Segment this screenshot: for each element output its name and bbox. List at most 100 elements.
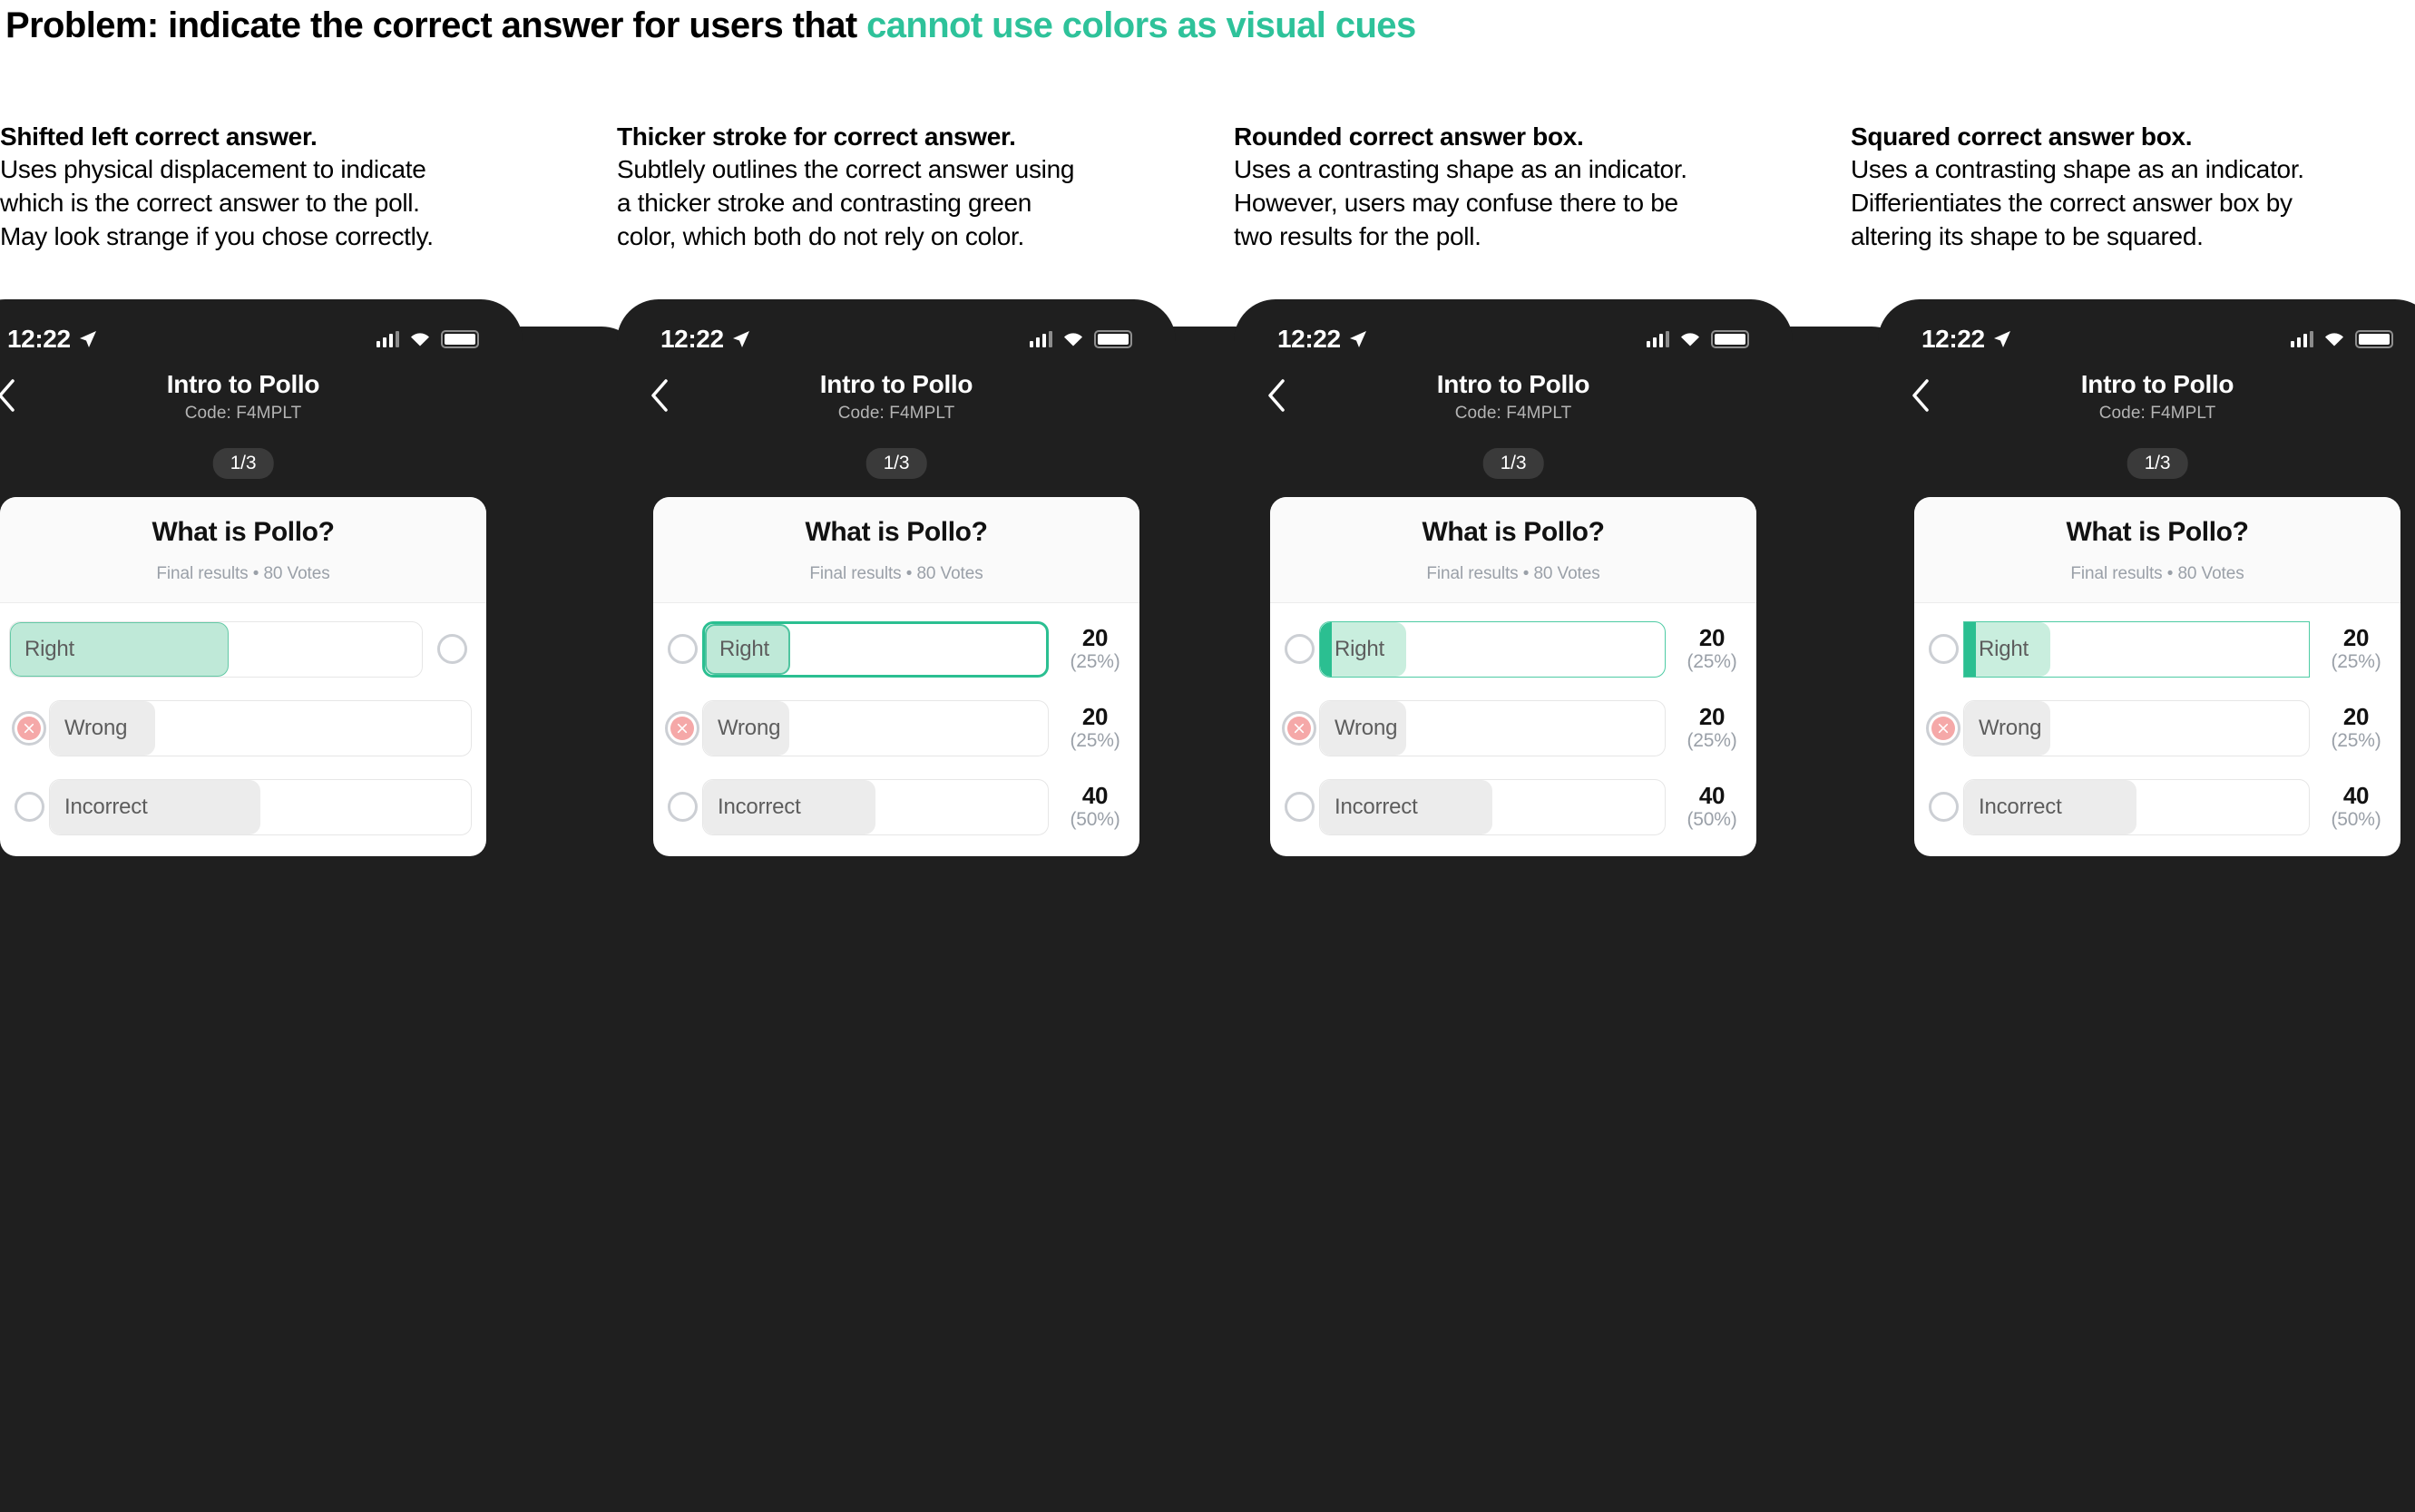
- location-arrow-icon: [1993, 330, 2011, 348]
- option-marker[interactable]: [1279, 708, 1319, 748]
- variant-column-rounded-box: Rounded correct answer box. Uses a contr…: [1234, 0, 1913, 1512]
- column-heading: Rounded correct answer box. Uses a contr…: [1234, 121, 1805, 254]
- option-marker[interactable]: [1279, 787, 1319, 827]
- radio-unselected-icon[interactable]: [436, 634, 467, 664]
- poll-option-row[interactable]: Incorrect 40 (50%): [1270, 774, 1756, 840]
- option-label: Wrong: [718, 715, 781, 740]
- nav-title: Intro to Pollo: [1436, 370, 1590, 398]
- poll-question: What is Pollo?: [152, 517, 335, 547]
- option-marker[interactable]: [662, 787, 702, 827]
- radio-unselected-icon[interactable]: [14, 792, 44, 822]
- radio-unselected-icon[interactable]: [667, 634, 698, 664]
- option-counts: 40 (50%): [2321, 782, 2391, 831]
- option-bar: Wrong: [1319, 699, 1666, 756]
- option-counts: 20 (25%): [2321, 624, 2391, 673]
- column-description: Uses physical displacement to indicate w…: [0, 154, 434, 250]
- poll-option-row[interactable]: Right 20 (25%): [653, 616, 1139, 682]
- phone-mockup: 12:22 Intro to Pollo Code: F4MPLT 1/3 Wh…: [0, 299, 643, 1512]
- status-bar: 12:22: [0, 319, 523, 359]
- poll-option-row[interactable]: Wrong 20 (25%): [653, 695, 1139, 761]
- radio-wrong-selected-icon[interactable]: [1282, 710, 1316, 746]
- poll-options: Right 20 (25%): [0, 603, 486, 856]
- poll-option-row[interactable]: Incorrect 40 (50%): [0, 774, 486, 840]
- radio-unselected-icon[interactable]: [1928, 634, 1959, 664]
- option-marker[interactable]: [432, 629, 472, 669]
- wifi-icon: [1679, 331, 1701, 347]
- nav-title-group: Intro to Pollo Code: F4MPLT: [0, 368, 523, 424]
- option-count: 20: [1081, 702, 1109, 730]
- poll-options: Right 20 (25%): [653, 603, 1139, 856]
- status-time-group: 12:22: [1277, 325, 1367, 354]
- option-marker[interactable]: [1923, 708, 1963, 748]
- poll-option-row[interactable]: Right 20 (25%): [0, 616, 486, 682]
- status-time: 12:22: [1277, 325, 1341, 353]
- radio-unselected-icon[interactable]: [1284, 792, 1315, 822]
- option-count: 20: [2342, 702, 2370, 730]
- radio-unselected-icon[interactable]: [1928, 792, 1959, 822]
- option-label: Right: [719, 636, 770, 661]
- option-marker[interactable]: [9, 787, 49, 827]
- close-icon: [1931, 716, 1955, 740]
- poll-option-row[interactable]: Wrong 20 (25%): [1270, 695, 1756, 761]
- poll-option-row[interactable]: Right 20 (25%): [1270, 616, 1756, 682]
- option-percent: (50%): [1687, 809, 1737, 831]
- radio-wrong-selected-icon[interactable]: [665, 710, 699, 746]
- poll-card-header: What is Pollo? Final results • 80 Votes: [0, 497, 486, 603]
- poll-card: What is Pollo? Final results • 80 Votes …: [1270, 497, 1756, 856]
- option-bar: Incorrect: [1319, 778, 1666, 835]
- poll-option-row[interactable]: Right 20 (25%): [1914, 616, 2400, 682]
- option-label: Incorrect: [64, 794, 148, 819]
- poll-card-header: What is Pollo? Final results • 80 Votes: [1270, 497, 1756, 603]
- option-percent: (50%): [2331, 809, 2381, 831]
- option-label: Wrong: [1335, 715, 1398, 740]
- option-percent: (25%): [1070, 730, 1120, 752]
- radio-unselected-icon[interactable]: [667, 792, 698, 822]
- poll-card: What is Pollo? Final results • 80 Votes …: [0, 497, 486, 856]
- progress-indicator: 1/3: [2127, 448, 2188, 479]
- option-marker[interactable]: [662, 629, 702, 669]
- option-marker[interactable]: [1279, 629, 1319, 669]
- phone-frame: 12:22 Intro to Pollo Code: F4MPLT 1/3 Wh…: [1234, 299, 1793, 1512]
- cellular-signal-icon: [1647, 331, 1669, 347]
- radio-wrong-selected-icon[interactable]: [1926, 710, 1960, 746]
- option-counts: 20 (25%): [2321, 702, 2391, 752]
- option-count: 40: [1081, 781, 1109, 809]
- status-bar: 12:22: [1878, 319, 2415, 359]
- column-description: Uses a contrasting shape as an indicator…: [1851, 154, 2304, 250]
- option-counts: 20 (25%): [1677, 702, 1747, 752]
- poll-option-row[interactable]: Incorrect 40 (50%): [653, 774, 1139, 840]
- option-marker[interactable]: [1923, 787, 1963, 827]
- option-label: Right: [24, 636, 75, 661]
- poll-option-row[interactable]: Incorrect 40 (50%): [1914, 774, 2400, 840]
- nav-subtitle: Code: F4MPLT: [1454, 404, 1572, 423]
- column-heading: Squared correct answer box. Uses a contr…: [1851, 121, 2415, 254]
- option-marker[interactable]: [1923, 629, 1963, 669]
- nav-subtitle: Code: F4MPLT: [2098, 404, 2216, 423]
- status-icons: [2291, 330, 2393, 348]
- cellular-signal-icon: [2291, 331, 2313, 347]
- nav-header: Intro to Pollo Code: F4MPLT: [1234, 368, 1793, 432]
- poll-option-row[interactable]: Wrong 20 (25%): [1914, 695, 2400, 761]
- poll-question: What is Pollo?: [805, 517, 988, 547]
- option-marker[interactable]: [662, 708, 702, 748]
- option-bar: Right: [9, 620, 423, 678]
- option-label: Wrong: [64, 715, 128, 740]
- option-count: 20: [1698, 702, 1726, 730]
- status-time: 12:22: [660, 325, 724, 353]
- radio-unselected-icon[interactable]: [1284, 634, 1315, 664]
- variant-column-thicker-stroke: Thicker stroke for correct answer. Subtl…: [617, 0, 1296, 1512]
- radio-wrong-selected-icon[interactable]: [12, 710, 46, 746]
- location-arrow-icon: [79, 330, 97, 348]
- status-icons: [1647, 330, 1749, 348]
- option-bar: Wrong: [49, 699, 472, 756]
- phone-frame: 12:22 Intro to Pollo Code: F4MPLT 1/3 Wh…: [1878, 299, 2415, 1512]
- status-bar: 12:22: [617, 319, 1176, 359]
- variant-column-squared-box: Squared correct answer box. Uses a contr…: [1851, 0, 2415, 1512]
- option-percent: (25%): [1687, 730, 1737, 752]
- column-description: Uses a contrasting shape as an indicator…: [1234, 154, 1687, 250]
- battery-full-icon: [1094, 330, 1132, 348]
- option-marker[interactable]: [9, 708, 49, 748]
- poll-option-row[interactable]: Wrong 20 (25%): [0, 695, 486, 761]
- option-percent: (25%): [1687, 651, 1737, 673]
- option-label: Right: [1335, 636, 1385, 661]
